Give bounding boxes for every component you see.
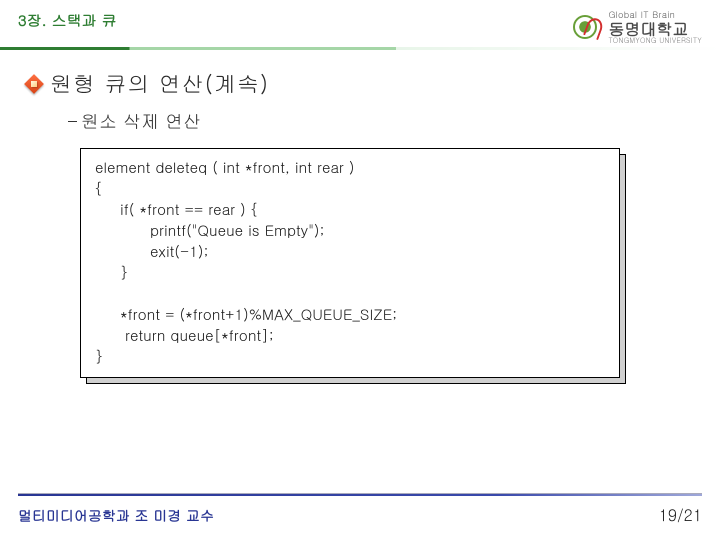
logo-graphic-icon [570,12,602,44]
slide-header: 3장. 스택과 큐 Global IT Brain 동명대학교 TONGMYON… [0,0,720,45]
footer-divider [18,493,702,496]
logo-english-name: TONGMYONG UNIVERSITY [608,37,702,45]
code-block: element deleteq ( int *front, int rear )… [80,148,620,378]
diamond-bullet-icon [26,76,42,92]
subtitle-row: –원소 삭제 연산 [0,99,720,134]
chapter-block: 3장. 스택과 큐 [18,10,117,33]
chapter-title: 3장. 스택과 큐 [18,10,117,33]
page-number: 19/21 [659,503,702,526]
subtitle-text: 원소 삭제 연산 [81,109,201,134]
subtitle: –원소 삭제 연산 [68,109,201,134]
main-title-row: 원형 큐의 연산(계속) [0,50,720,99]
slide-footer: 멀티미디어공학과 조 미경 교수 19/21 [18,503,702,526]
footer-department: 멀티미디어공학과 조 미경 교수 [18,505,214,525]
logo-text-block: Global IT Brain 동명대학교 TONGMYONG UNIVERSI… [608,10,702,45]
university-logo: Global IT Brain 동명대학교 TONGMYONG UNIVERSI… [570,10,702,45]
code-box-container: element deleteq ( int *front, int rear )… [80,148,620,378]
main-title: 원형 큐의 연산(계속) [50,68,269,99]
subtitle-dash: – [68,109,77,134]
